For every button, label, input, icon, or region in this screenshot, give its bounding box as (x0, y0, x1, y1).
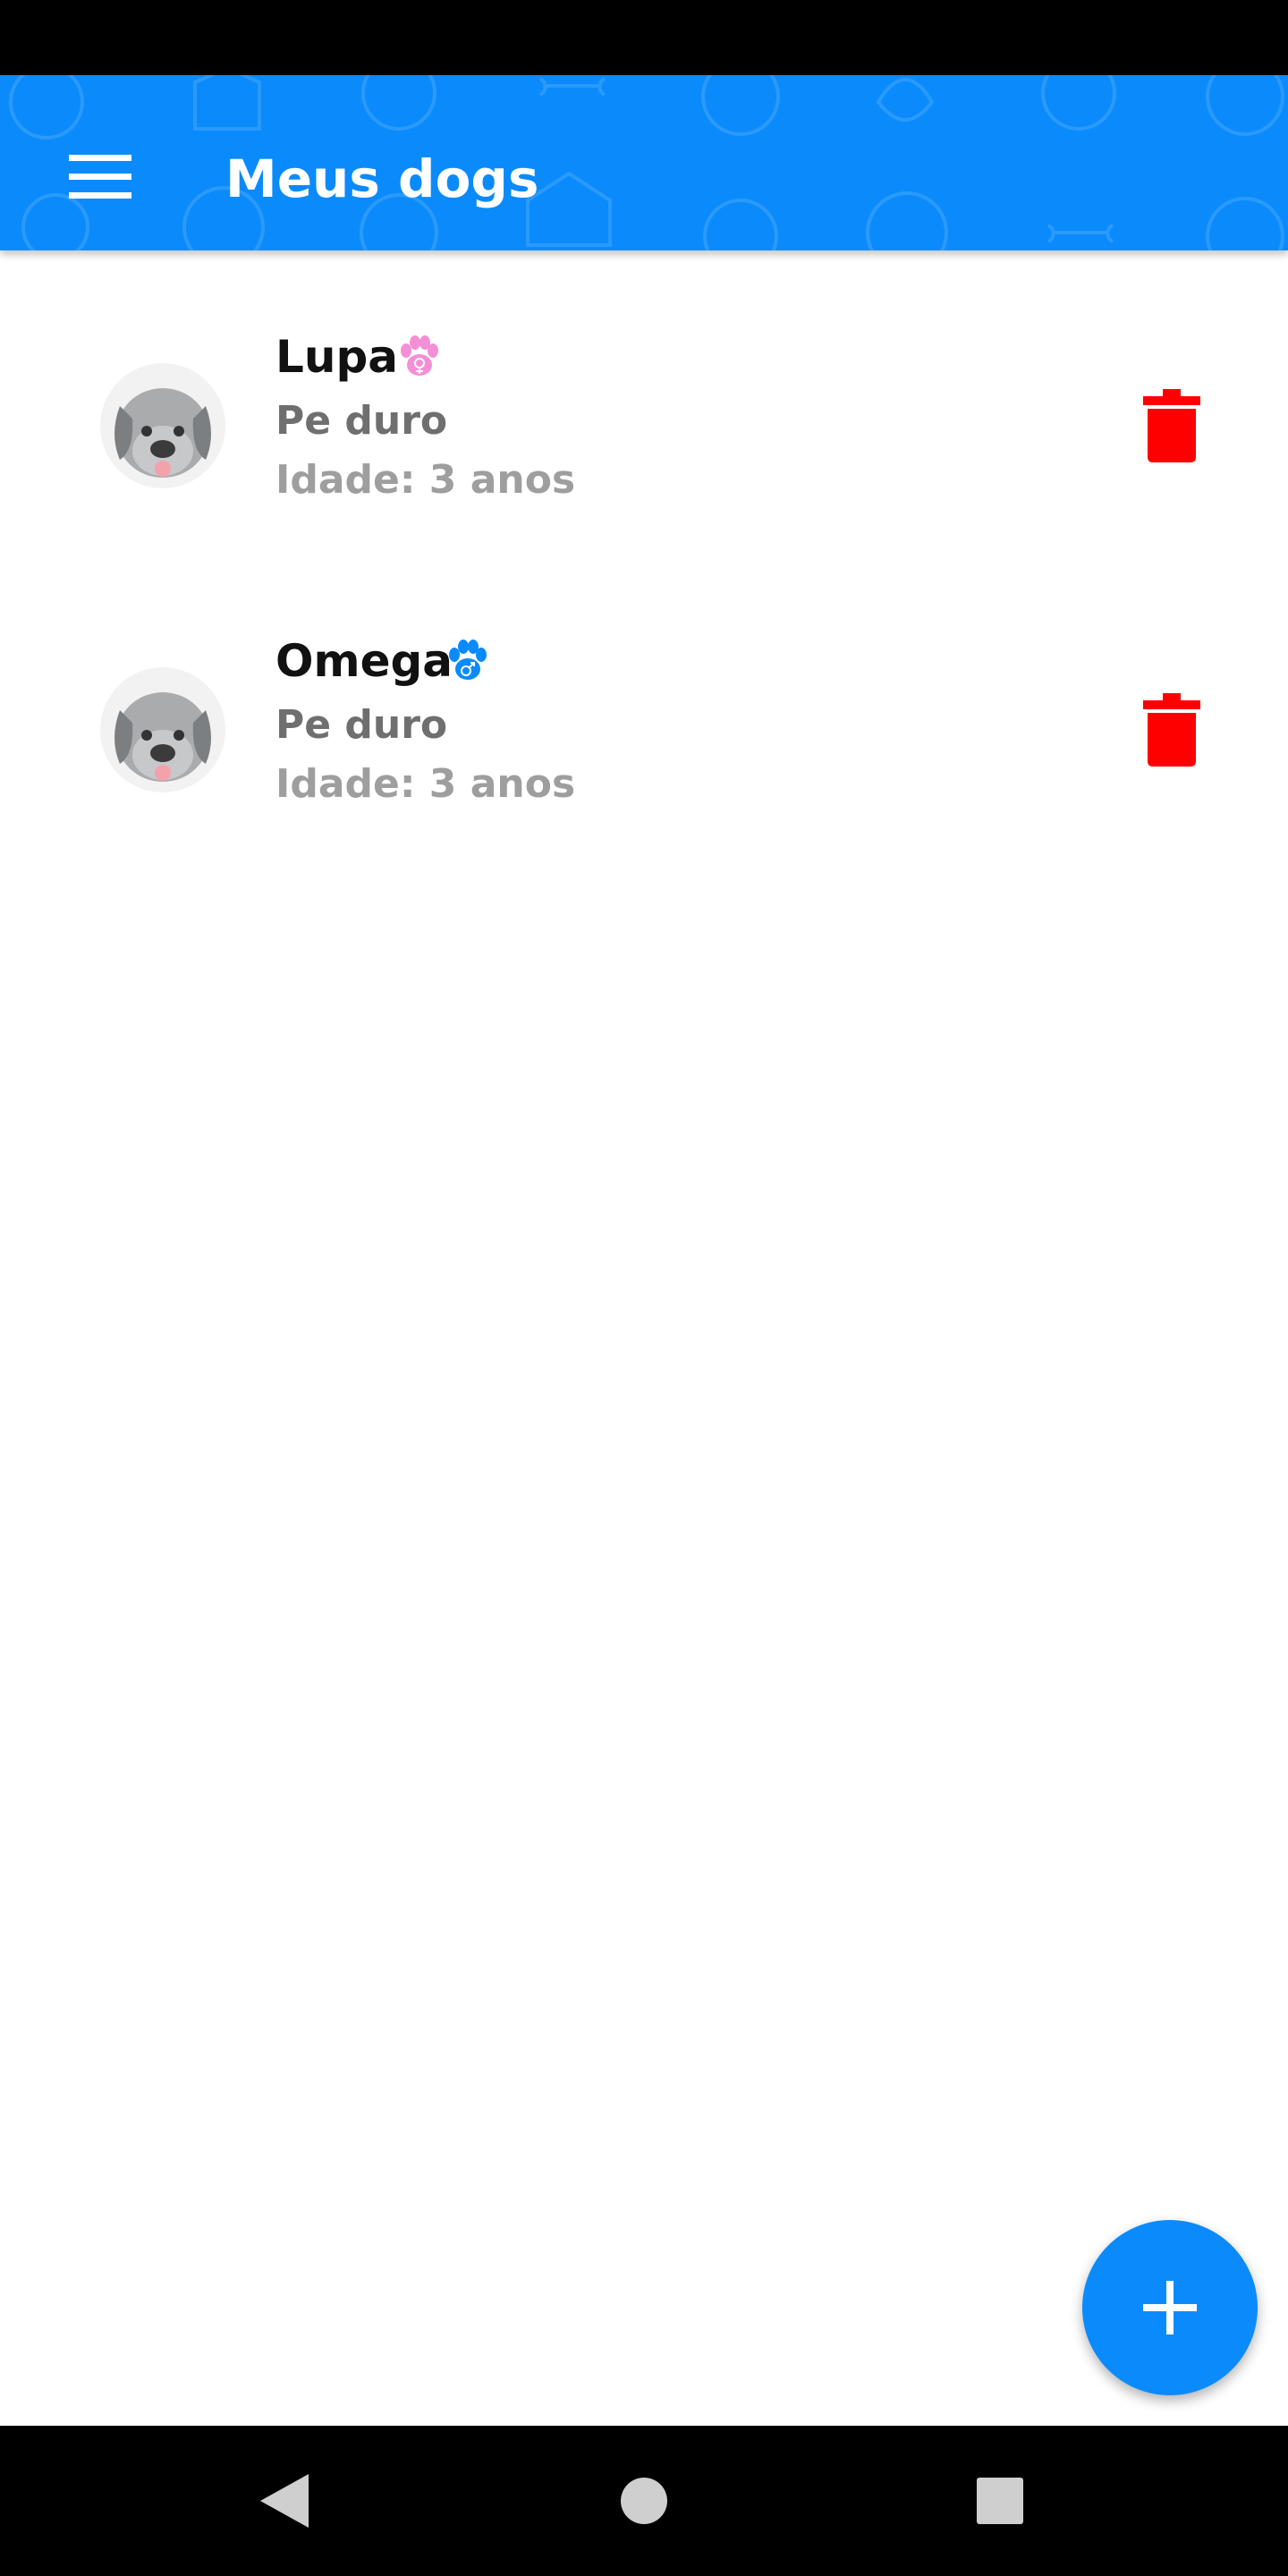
trash-icon (1143, 693, 1200, 767)
back-triangle-icon (260, 2474, 309, 2528)
dog-avatar (100, 667, 225, 792)
dog-breed: Pe duro (275, 702, 448, 748)
paw-male-icon (449, 640, 487, 680)
recents-square-icon (977, 2478, 1023, 2524)
hamburger-menu-icon (69, 155, 131, 199)
dog-breed: Pe duro (275, 398, 448, 444)
dog-name: Lupa (275, 331, 398, 383)
recents-button[interactable] (946, 2447, 1054, 2555)
plus-icon (1143, 2281, 1197, 2334)
dog-age: Idade: 3 anos (275, 761, 576, 807)
trash-icon (1143, 389, 1200, 462)
delete-dog-button[interactable] (1127, 685, 1216, 775)
dog-name: Omega (275, 635, 453, 687)
dog-face-icon (114, 692, 211, 782)
page-title: Meus dogs (225, 148, 539, 209)
dog-list-item[interactable]: Omega Pe duro Idade: 3 anos (0, 556, 1288, 860)
home-circle-icon (621, 2478, 667, 2524)
paw-pattern-background (9, 75, 1284, 250)
back-button[interactable] (231, 2447, 338, 2555)
app-bar: Meus dogs (0, 75, 1288, 250)
paw-female-icon (401, 335, 438, 376)
system-navigation-bar (0, 2426, 1288, 2576)
dog-face-icon (114, 388, 211, 478)
status-bar (0, 0, 1288, 75)
dog-avatar (100, 363, 225, 488)
delete-dog-button[interactable] (1127, 381, 1216, 470)
dog-list-item[interactable]: Lupa Pe duro Idade: 3 anos (0, 252, 1288, 556)
menu-button[interactable] (50, 127, 150, 227)
dog-age: Idade: 3 anos (275, 457, 576, 503)
home-button[interactable] (590, 2447, 698, 2555)
add-dog-button[interactable] (1082, 2220, 1258, 2395)
